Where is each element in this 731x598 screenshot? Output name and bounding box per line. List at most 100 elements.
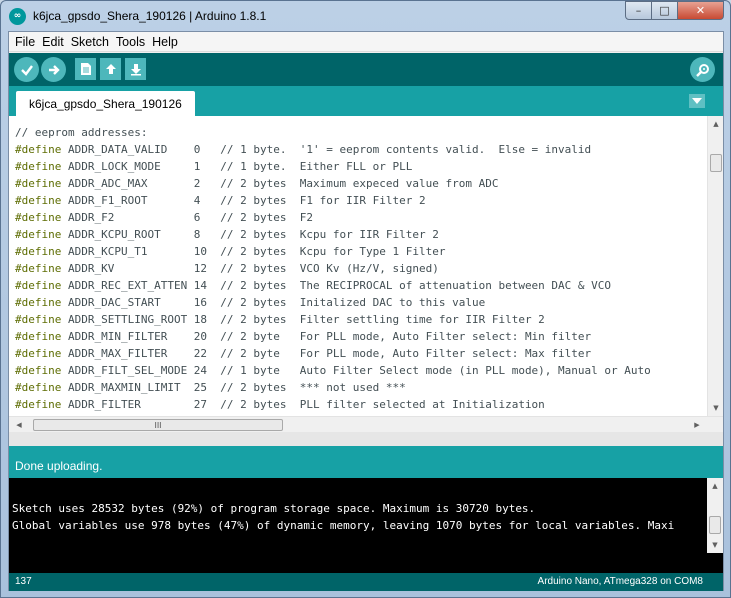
keyword-define: #define <box>15 194 62 207</box>
scroll-up-icon[interactable]: ▲ <box>708 116 724 132</box>
code-line[interactable]: #define ADDR_FILTER 27 // 2 bytes PLL fi… <box>15 396 703 413</box>
console-bottom <box>9 553 723 573</box>
scroll-right-icon[interactable]: ▶ <box>689 417 705 433</box>
keyword-define: #define <box>15 313 62 326</box>
code-text-span: ADDR_FILT_SEL_MODE 24 // 1 byte Auto Fil… <box>61 364 651 377</box>
keyword-define: #define <box>15 381 62 394</box>
code-text-span: ADDR_MAX_FILTER 22 // 2 byte For PLL mod… <box>61 347 592 360</box>
arduino-window: ∞ k6jca_gpsdo_Shera_190126 | Arduino 1.8… <box>0 0 731 598</box>
code-text-span: ADDR_SETTLING_ROOT 18 // 2 bytes Filter … <box>61 313 545 326</box>
code-text-span: // eeprom addresses: <box>15 126 148 139</box>
menu-help[interactable]: Help <box>149 35 181 49</box>
code-text[interactable]: // eeprom addresses: #define ADDR_DATA_VA… <box>15 124 703 414</box>
editor-vertical-scrollbar[interactable]: ▲ ▼ <box>707 116 723 416</box>
pane-divider[interactable] <box>9 432 723 446</box>
menu-bar: File Edit Sketch Tools Help <box>9 32 723 52</box>
arrow-down-icon <box>130 64 141 76</box>
keyword-define: #define <box>15 245 62 258</box>
magnifier-icon <box>695 63 709 77</box>
minimize-button[interactable]: – <box>625 1 652 20</box>
arrow-up-icon <box>105 64 116 74</box>
keyword-define: #define <box>15 262 62 275</box>
code-text-span: ADDR_MAXMIN_LIMIT 25 // 2 bytes *** not … <box>61 381 406 394</box>
code-line[interactable]: #define ADDR_MIN_FILTER 20 // 2 byte For… <box>15 328 703 345</box>
keyword-define: #define <box>15 330 62 343</box>
keyword-define: #define <box>15 177 62 190</box>
client-area: File Edit Sketch Tools Help k6jca_gpsdo_… <box>8 31 724 591</box>
code-line[interactable]: #define ADDR_KV 12 // 2 bytes VCO Kv (Hz… <box>15 260 703 277</box>
keyword-define: #define <box>15 296 62 309</box>
upload-button[interactable] <box>41 57 66 82</box>
close-button[interactable]: ✕ <box>678 1 724 20</box>
editor-horizontal-scrollbar[interactable]: ◀ III ▶ <box>9 416 723 432</box>
tab-bar: k6jca_gpsdo_Shera_190126 <box>9 86 723 116</box>
code-text-span: ADDR_REC_EXT_ATTEN 14 // 2 bytes The REC… <box>61 279 612 292</box>
scroll-thumb[interactable] <box>710 154 722 172</box>
board-info: Arduino Nano, ATmega328 on COM8 <box>537 576 703 587</box>
code-line[interactable]: #define ADDR_MAXMIN_LIMIT 25 // 2 bytes … <box>15 379 703 396</box>
tab-sketch[interactable]: k6jca_gpsdo_Shera_190126 <box>16 91 195 116</box>
keyword-define: #define <box>15 160 62 173</box>
console-scroll-up-icon[interactable]: ▲ <box>707 478 723 494</box>
code-line[interactable]: #define ADDR_ADC_MAX 2 // 2 bytes Maximu… <box>15 175 703 192</box>
console-scroll-thumb[interactable] <box>709 516 721 534</box>
serial-monitor-button[interactable] <box>690 57 715 82</box>
code-line[interactable]: #define ADDR_DAC_START 16 // 2 bytes Ini… <box>15 294 703 311</box>
code-text-span: ADDR_MIN_FILTER 20 // 2 byte For PLL mod… <box>61 330 592 343</box>
code-line[interactable]: #define ADDR_MAX_FILTER 22 // 2 byte For… <box>15 345 703 362</box>
code-text-span: ADDR_ADC_MAX 2 // 2 bytes Maximum expece… <box>61 177 499 190</box>
code-line[interactable]: #define ADDR_F1_ROOT 4 // 2 bytes F1 for… <box>15 192 703 209</box>
code-line[interactable]: #define ADDR_LOCK_MODE 1 // 1 byte. Eith… <box>15 158 703 175</box>
status-message: Done uploading. <box>15 459 103 473</box>
menu-edit[interactable]: Edit <box>39 35 67 49</box>
maximize-button[interactable]: □ <box>652 1 678 20</box>
code-editor[interactable]: // eeprom addresses: #define ADDR_DATA_VA… <box>9 116 723 416</box>
keyword-define: #define <box>15 364 62 377</box>
code-line[interactable]: // eeprom addresses: <box>15 124 703 141</box>
chevron-down-icon <box>692 98 702 104</box>
code-text-span: ADDR_KV 12 // 2 bytes VCO Kv (Hz/V, sign… <box>61 262 439 275</box>
footer-bar: 137 Arduino Nano, ATmega328 on COM8 <box>9 573 723 591</box>
new-sketch-button[interactable] <box>75 58 96 80</box>
code-text-span: ADDR_KCPU_ROOT 8 // 2 bytes Kcpu for IIR… <box>61 228 439 241</box>
console-scrollbar[interactable]: ▲ ▼ <box>707 478 723 553</box>
scroll-left-icon[interactable]: ◀ <box>11 417 27 433</box>
window-title: k6jca_gpsdo_Shera_190126 | Arduino 1.8.1 <box>33 9 267 23</box>
horizontal-scroll-thumb[interactable]: III <box>33 419 283 431</box>
keyword-define: #define <box>15 398 62 411</box>
line-number: 137 <box>15 576 32 587</box>
verify-button[interactable] <box>14 57 39 82</box>
grip-icon: III <box>154 420 162 430</box>
code-line[interactable]: #define ADDR_F2 6 // 2 bytes F2 <box>15 209 703 226</box>
menu-file[interactable]: File <box>12 35 38 49</box>
arduino-logo-icon: ∞ <box>9 7 26 25</box>
open-button[interactable] <box>100 58 121 80</box>
window-controls: – □ ✕ <box>625 1 724 20</box>
console-line: Global variables use 978 bytes (47%) of … <box>12 519 675 532</box>
code-text-span: ADDR_DATA_VALID 0 // 1 byte. '1' = eepro… <box>61 143 592 156</box>
scroll-down-icon[interactable]: ▼ <box>708 400 724 416</box>
tab-menu-button[interactable] <box>689 94 705 108</box>
code-line[interactable]: #define ADDR_FILT_SEL_MODE 24 // 1 byte … <box>15 362 703 379</box>
save-button[interactable] <box>125 58 146 80</box>
code-line[interactable]: #define ADDR_KCPU_T1 10 // 2 bytes Kcpu … <box>15 243 703 260</box>
code-text-span: ADDR_LOCK_MODE 1 // 1 byte. Either FLL o… <box>61 160 413 173</box>
title-bar[interactable]: ∞ k6jca_gpsdo_Shera_190126 | Arduino 1.8… <box>1 1 730 31</box>
code-text-span: ADDR_DAC_START 16 // 2 bytes Initalized … <box>61 296 486 309</box>
new-file-icon <box>80 63 91 75</box>
code-line[interactable]: #define ADDR_SETTLING_ROOT 18 // 2 bytes… <box>15 311 703 328</box>
code-line[interactable]: #define ADDR_KCPU_ROOT 8 // 2 bytes Kcpu… <box>15 226 703 243</box>
console-scroll-down-icon[interactable]: ▼ <box>707 537 723 553</box>
code-text-span: ADDR_FILTER 27 // 2 bytes PLL filter sel… <box>61 398 545 411</box>
menu-tools[interactable]: Tools <box>113 35 148 49</box>
code-line[interactable]: #define ADDR_REC_EXT_ATTEN 14 // 2 bytes… <box>15 277 703 294</box>
console-text: Sketch uses 28532 bytes (92%) of program… <box>12 500 705 534</box>
keyword-define: #define <box>15 143 62 156</box>
checkmark-icon <box>20 64 33 76</box>
keyword-define: #define <box>15 228 62 241</box>
code-line[interactable]: #define ADDR_DATA_VALID 0 // 1 byte. '1'… <box>15 141 703 158</box>
keyword-define: #define <box>15 347 62 360</box>
menu-sketch[interactable]: Sketch <box>68 35 112 49</box>
console-output[interactable]: Sketch uses 28532 bytes (92%) of program… <box>9 478 723 553</box>
code-text-span: ADDR_F2 6 // 2 bytes F2 <box>61 211 314 224</box>
